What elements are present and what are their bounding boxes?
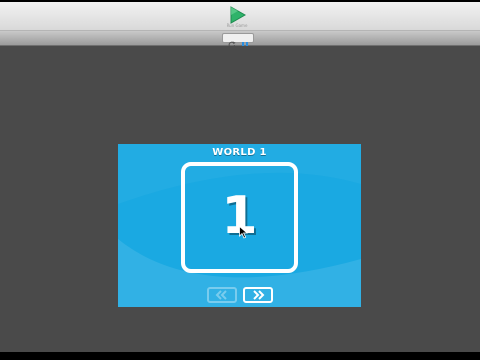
playback-controls	[222, 33, 254, 49]
play-label: Run Game	[226, 23, 248, 28]
game-canvas[interactable]: WORLD 1 1	[118, 144, 361, 307]
prev-world-button[interactable]	[207, 287, 237, 303]
control-bar	[0, 31, 480, 49]
double-chevron-left-icon	[215, 290, 227, 300]
reload-button[interactable]	[227, 34, 237, 49]
double-chevron-right-icon	[253, 290, 265, 300]
top-toolbar: Run Game	[0, 2, 480, 31]
pause-button[interactable]	[240, 34, 250, 48]
world-title: WORLD 1	[212, 147, 267, 158]
letterbox-bottom	[0, 352, 480, 360]
level-tile[interactable]: 1	[181, 162, 298, 273]
next-world-button[interactable]	[243, 287, 273, 303]
mouse-cursor-icon	[239, 226, 248, 239]
